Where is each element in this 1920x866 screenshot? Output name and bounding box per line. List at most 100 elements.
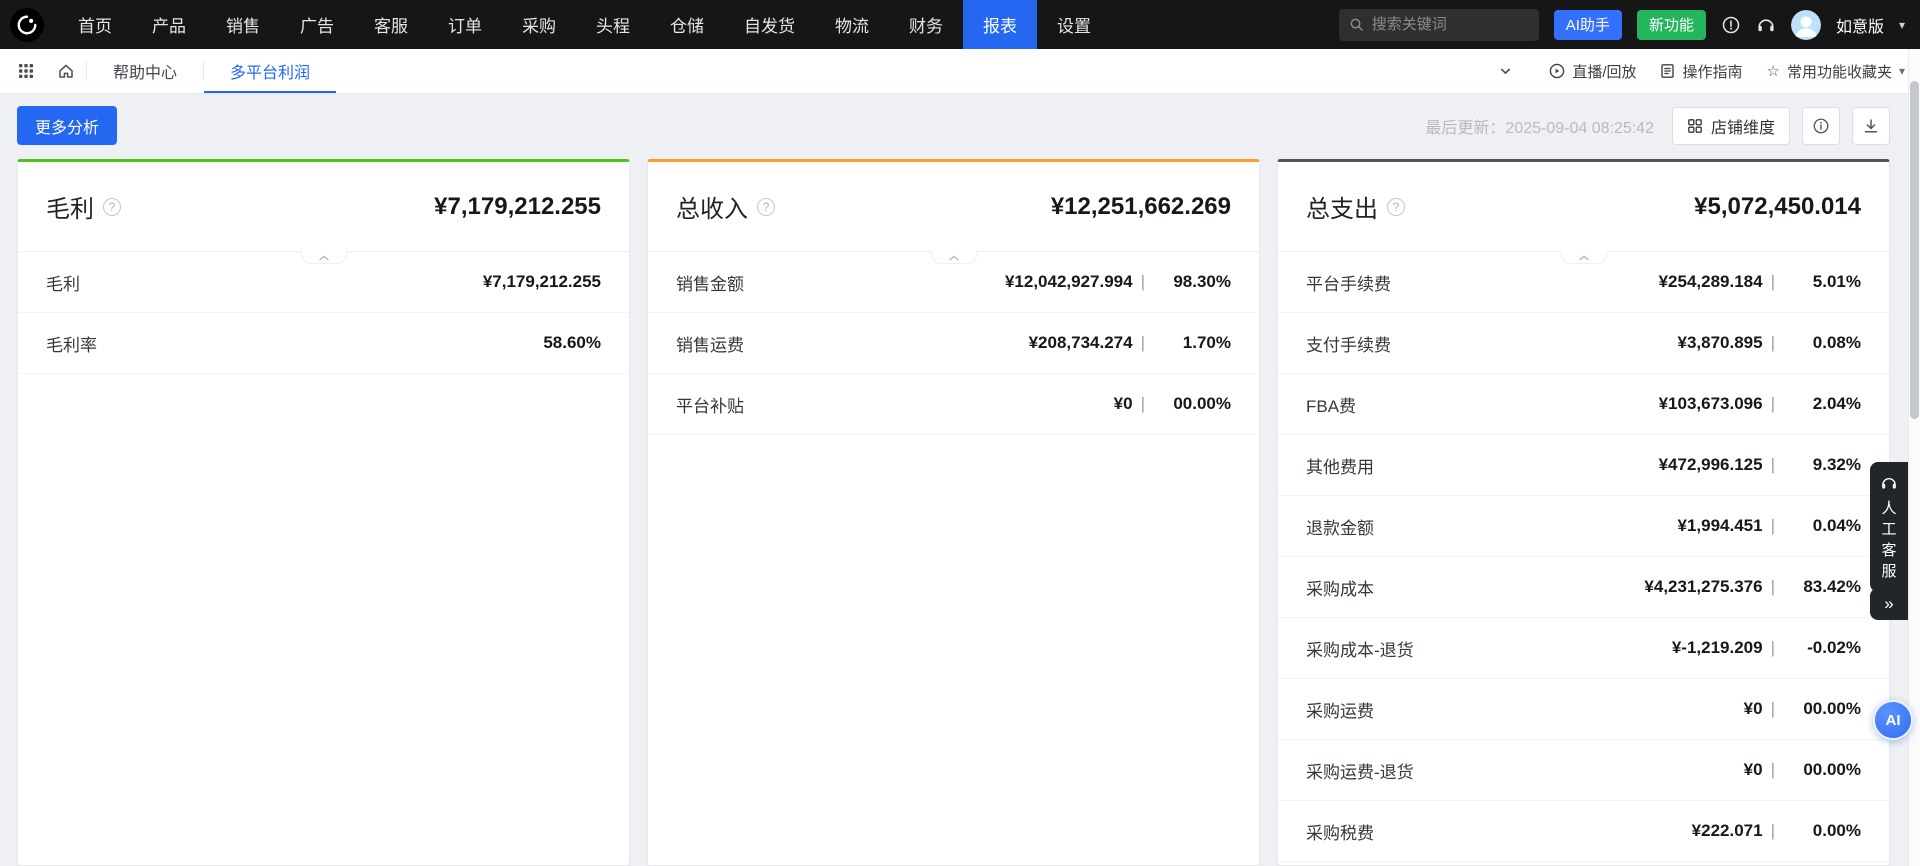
info-button[interactable] — [1802, 107, 1840, 145]
metric-value: ¥222.071 — [1692, 821, 1763, 841]
metric-value: 58.60% — [543, 333, 601, 353]
nav-item-home[interactable]: 首页 — [58, 0, 132, 49]
metric-value: ¥254,289.184 — [1659, 272, 1763, 292]
live-replay-link[interactable]: 直播/回放 — [1549, 61, 1636, 82]
top-navigation: 首页 产品 销售 广告 客服 订单 采购 头程 仓储 自发货 物流 财务 报表 … — [0, 0, 1920, 49]
metric-percent: 9.32% — [1775, 455, 1861, 475]
ai-assistant-button[interactable]: AI助手 — [1554, 10, 1622, 40]
metric-value: ¥1,994.451 — [1677, 516, 1762, 536]
metric-row: 毛利率 58.60% — [18, 313, 629, 374]
more-analysis-button[interactable]: 更多分析 — [17, 106, 117, 145]
search-box[interactable] — [1339, 9, 1539, 41]
metric-label: 销售金额 — [676, 270, 744, 295]
nav-item-logistics[interactable]: 物流 — [815, 0, 889, 49]
live-support-tab[interactable]: 人工客服 — [1870, 462, 1908, 592]
collapse-sidebar-button[interactable]: » — [1870, 588, 1908, 620]
chevron-down-icon: ▾ — [1899, 64, 1905, 78]
nav-item-settings[interactable]: 设置 — [1037, 0, 1111, 49]
metric-label: 其他费用 — [1306, 453, 1374, 478]
card-title-text: 总收入 — [676, 189, 748, 224]
nav-item-self-fulfillment[interactable]: 自发货 — [724, 0, 815, 49]
metric-value: ¥12,042,927.994 — [1005, 272, 1133, 292]
tab-list-chevron-icon[interactable] — [1485, 65, 1525, 78]
user-avatar[interactable] — [1791, 10, 1821, 40]
favorites-link[interactable]: ☆ 常用功能收藏夹 ▾ — [1767, 61, 1906, 82]
nav-item-customer-service[interactable]: 客服 — [354, 0, 428, 49]
metric-value: ¥0 — [1114, 394, 1133, 414]
nav-item-advertising[interactable]: 广告 — [280, 0, 354, 49]
download-button[interactable] — [1852, 107, 1890, 145]
metric-label: 采购成本-退货 — [1306, 636, 1414, 661]
metric-percent: 2.04% — [1775, 394, 1861, 414]
card-total-value: ¥12,251,662.269 — [1051, 193, 1231, 221]
card-total-value: ¥5,072,450.014 — [1694, 193, 1861, 221]
metric-percent: 98.30% — [1145, 272, 1231, 292]
metric-label: 毛利 — [46, 270, 80, 295]
home-icon[interactable] — [46, 49, 86, 93]
toolbar-right-group: 最后更新：2025-09-04 08:25:42 店铺维度 — [1425, 107, 1890, 145]
store-dimension-label: 店铺维度 — [1711, 114, 1775, 138]
tab-multi-platform-profit[interactable]: 多平台利润 — [204, 49, 336, 93]
headset-support-icon[interactable] — [1756, 15, 1776, 35]
metric-percent: 00.00% — [1145, 394, 1231, 414]
topnav-right-group: AI助手 新功能 如意版 ▾ — [1339, 0, 1905, 49]
chevron-down-icon[interactable]: ▾ — [1899, 18, 1905, 32]
nav-item-first-leg[interactable]: 头程 — [576, 0, 650, 49]
tab-help-center[interactable]: 帮助中心 — [87, 49, 203, 93]
new-features-button[interactable]: 新功能 — [1637, 10, 1706, 40]
main-content: 更多分析 最后更新：2025-09-04 08:25:42 店铺维度 毛利 — [0, 94, 1920, 866]
summary-cards: 毛利 ? ¥7,179,212.255 毛利 ¥7,179,212.255 — [0, 145, 1920, 866]
nav-item-finance[interactable]: 财务 — [889, 0, 963, 49]
edition-label[interactable]: 如意版 — [1836, 13, 1884, 37]
help-icon[interactable]: ? — [1387, 198, 1405, 216]
card-total-expenses: 总支出 ? ¥5,072,450.014 平台手续费 ¥254,289.184 … — [1277, 159, 1890, 866]
nav-item-products[interactable]: 产品 — [132, 0, 206, 49]
collapse-toggle[interactable] — [1561, 251, 1607, 264]
metric-label: 平台补贴 — [676, 392, 744, 417]
card-title-text: 毛利 — [46, 189, 94, 224]
card-rows: 毛利 ¥7,179,212.255 毛利率 58.60% — [18, 252, 629, 374]
card-total-revenue: 总收入 ? ¥12,251,662.269 销售金额 ¥12,042,927.9… — [647, 159, 1260, 866]
help-icon[interactable]: ? — [757, 198, 775, 216]
metric-percent: 0.08% — [1775, 333, 1861, 353]
metric-value: ¥103,673.096 — [1659, 394, 1763, 414]
scrollbar-thumb[interactable] — [1910, 81, 1919, 419]
headset-icon — [1880, 474, 1898, 492]
metric-percent: 0.00% — [1775, 821, 1861, 841]
nav-item-sales[interactable]: 销售 — [206, 0, 280, 49]
metric-label: 采购成本 — [1306, 575, 1374, 600]
metric-label: 退款金额 — [1306, 514, 1374, 539]
card-total-value: ¥7,179,212.255 — [434, 193, 601, 221]
announcement-icon[interactable] — [1721, 15, 1741, 35]
help-icon[interactable]: ? — [103, 198, 121, 216]
metric-value: ¥472,996.125 — [1659, 455, 1763, 475]
metric-value: ¥0 — [1744, 760, 1763, 780]
metric-value: ¥4,231,275.376 — [1644, 577, 1762, 597]
favorites-label: 常用功能收藏夹 — [1787, 61, 1892, 82]
ai-floating-button[interactable]: AI — [1873, 700, 1913, 740]
metric-label: FBA费 — [1306, 392, 1356, 417]
live-support-label: 人工客服 — [1881, 498, 1898, 582]
collapse-toggle[interactable] — [931, 251, 977, 264]
metric-row: 退款金额 ¥1,994.451 | 0.04% — [1278, 496, 1889, 557]
main-menu: 首页 产品 销售 广告 客服 订单 采购 头程 仓储 自发货 物流 财务 报表 … — [58, 0, 1111, 49]
metric-row: 其他费用 ¥472,996.125 | 9.32% — [1278, 435, 1889, 496]
card-rows: 平台手续费 ¥254,289.184 | 5.01% 支付手续费 ¥3,870.… — [1278, 252, 1889, 862]
operation-guide-link[interactable]: 操作指南 — [1660, 61, 1742, 82]
nav-item-orders[interactable]: 订单 — [428, 0, 502, 49]
search-input[interactable] — [1372, 16, 1529, 33]
metric-label: 平台手续费 — [1306, 270, 1391, 295]
toolbar: 更多分析 最后更新：2025-09-04 08:25:42 店铺维度 — [0, 94, 1920, 145]
app-logo-icon[interactable] — [10, 8, 44, 42]
vertical-scrollbar[interactable] — [1908, 49, 1920, 866]
nav-item-purchasing[interactable]: 采购 — [502, 0, 576, 49]
card-header: 总收入 ? ¥12,251,662.269 — [648, 162, 1259, 252]
card-title: 毛利 ? — [46, 189, 121, 224]
apps-grid-icon[interactable] — [6, 49, 46, 93]
nav-item-reports[interactable]: 报表 — [963, 0, 1037, 49]
collapse-toggle[interactable] — [301, 251, 347, 264]
metric-row: 采购税费 ¥222.071 | 0.00% — [1278, 801, 1889, 862]
nav-item-warehouse[interactable]: 仓储 — [650, 0, 724, 49]
metric-label: 采购税费 — [1306, 819, 1374, 844]
store-dimension-button[interactable]: 店铺维度 — [1672, 107, 1790, 145]
